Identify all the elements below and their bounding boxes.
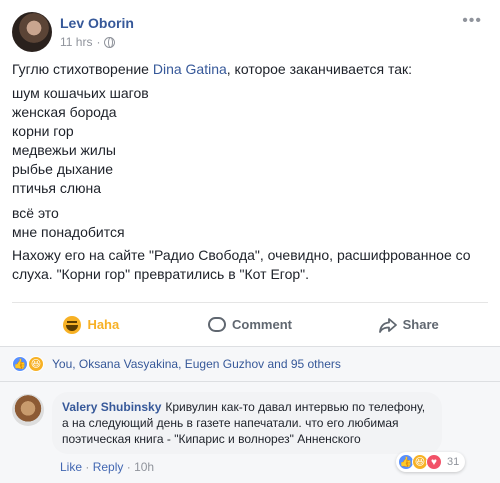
post-card: Lev Oborin 11 hrs · ••• Гуглю стихотворе… <box>0 0 500 483</box>
poem-line: корни гор <box>12 123 74 139</box>
comment-icon <box>208 317 227 332</box>
coda-line: всё это <box>12 205 59 221</box>
haha-button[interactable]: Haha <box>12 303 171 346</box>
poem-line: медвежьи жилы <box>12 142 116 158</box>
comment-time[interactable]: 10h <box>134 460 154 474</box>
separator-dot: · <box>85 460 93 474</box>
comment-like-link[interactable]: Like <box>60 460 82 474</box>
post-outro: Нахожу его на сайте "Радио Свобода", оче… <box>12 247 471 282</box>
poem-block: шум кошачьих шагов женская борода корни … <box>12 84 149 198</box>
commenter-avatar[interactable] <box>12 394 44 426</box>
separator-dot: · <box>126 460 135 474</box>
globe-icon <box>104 36 116 48</box>
reactions-summary-text[interactable]: You, Oksana Vasyakina, Eugen Guzhov and … <box>52 357 341 371</box>
share-icon <box>378 317 397 333</box>
comment-links: Like · Reply · 10h <box>60 460 154 474</box>
comment-button[interactable]: Comment <box>171 303 330 346</box>
comments-section: Valery Shubinsky Кривулин как-то давал ин… <box>0 382 500 483</box>
love-reaction-icon: ♥ <box>426 454 442 470</box>
like-reaction-icon: 👍 <box>12 356 28 372</box>
poem-line: птичья слюна <box>12 180 102 196</box>
post-actions: Haha Comment Share <box>12 302 488 346</box>
author-avatar[interactable] <box>12 12 52 52</box>
post-header: Lev Oborin 11 hrs · ••• <box>12 12 482 54</box>
comment-label: Comment <box>232 317 292 332</box>
poem-coda: всё это мне понадобится <box>12 204 125 242</box>
poem-line: шум кошачьих шагов <box>12 85 149 101</box>
haha-icon <box>63 315 82 334</box>
share-label: Share <box>402 317 439 332</box>
comment-reaction-count: 31 <box>447 456 460 468</box>
author-name[interactable]: Lev Oborin <box>60 15 134 31</box>
mention-link[interactable]: Dina Gatina <box>153 61 227 77</box>
separator-dot: · <box>96 35 101 49</box>
coda-line: мне понадобится <box>12 224 125 240</box>
reactions-summary[interactable]: 👍 😆 You, Oksana Vasyakina, Eugen Guzhov … <box>0 346 500 382</box>
comment-reactions[interactable]: 👍 😆 ♥ 31 <box>396 452 466 472</box>
commenter-name[interactable]: Valery Shubinsky <box>62 400 161 414</box>
poem-line: женская борода <box>12 104 117 120</box>
intro-text: Гуглю стихотворение <box>12 61 153 77</box>
haha-label: Haha <box>87 317 120 332</box>
share-button[interactable]: Share <box>329 303 488 346</box>
more-options-icon[interactable]: ••• <box>462 12 482 30</box>
comment-reply-link[interactable]: Reply <box>93 460 124 474</box>
comment-bubble: Valery Shubinsky Кривулин как-то давал ин… <box>52 392 442 454</box>
post-intro: Гуглю стихотворение Dina Gatina, которое… <box>12 60 412 79</box>
post-time[interactable]: 11 hrs <box>60 35 92 49</box>
haha-reaction-icon: 😆 <box>28 356 44 372</box>
post-meta: 11 hrs · <box>60 35 116 49</box>
poem-line: рыбье дыхание <box>12 161 114 177</box>
intro-text-end: , которое заканчивается так: <box>226 61 413 77</box>
